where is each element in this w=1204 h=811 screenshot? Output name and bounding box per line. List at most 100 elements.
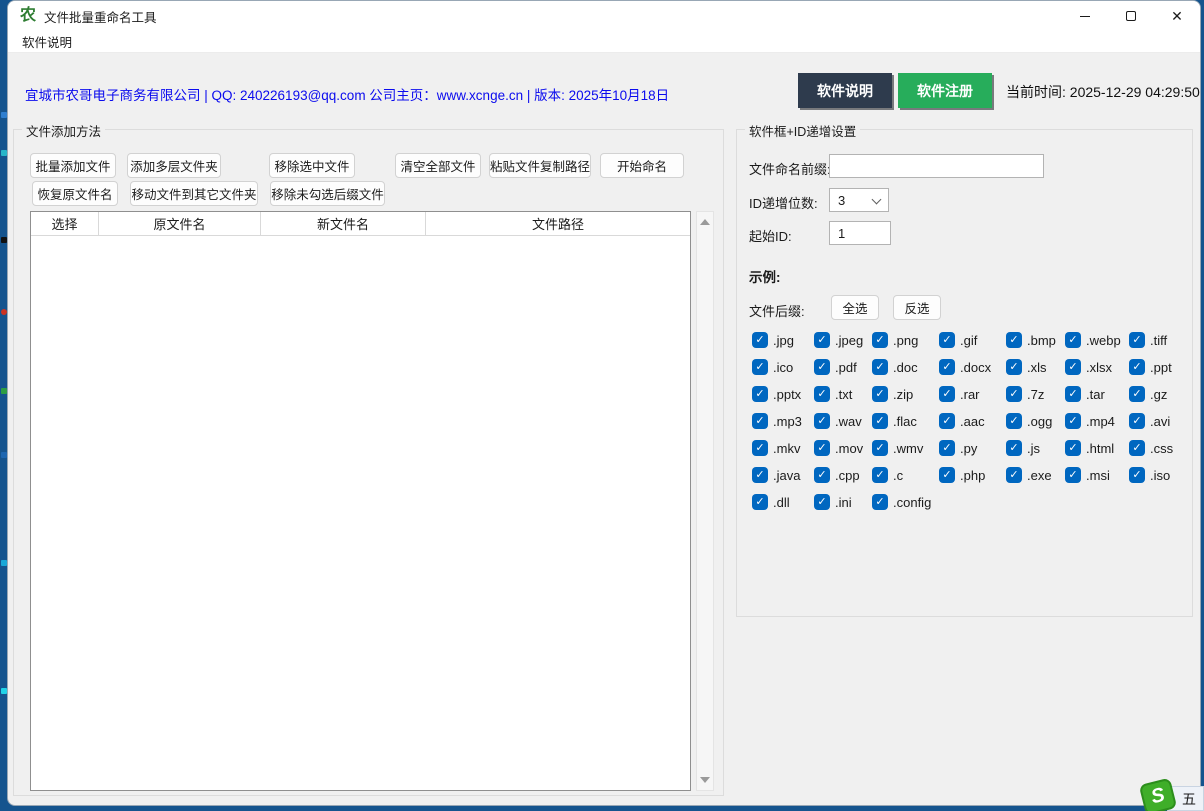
extension-checkbox-item[interactable]: .mp3: [752, 413, 814, 429]
checkbox-checked-icon[interactable]: [939, 359, 955, 375]
checkbox-checked-icon[interactable]: [1065, 359, 1081, 375]
checkbox-checked-icon[interactable]: [872, 440, 888, 456]
extension-checkbox-item[interactable]: .jpeg: [814, 332, 872, 348]
checkbox-checked-icon[interactable]: [1129, 386, 1145, 402]
extension-checkbox-item[interactable]: .php: [939, 467, 1006, 483]
checkbox-checked-icon[interactable]: [1006, 386, 1022, 402]
checkbox-checked-icon[interactable]: [814, 494, 830, 510]
extension-checkbox-item[interactable]: .aac: [939, 413, 1006, 429]
extension-checkbox-item[interactable]: .pptx: [752, 386, 814, 402]
file-action-button[interactable]: 添加多层文件夹: [127, 153, 221, 178]
file-action-button[interactable]: 移除选中文件: [269, 153, 355, 178]
extension-checkbox-item[interactable]: .wmv: [872, 440, 939, 456]
checkbox-checked-icon[interactable]: [814, 332, 830, 348]
extension-checkbox-item[interactable]: .html: [1065, 440, 1129, 456]
checkbox-checked-icon[interactable]: [939, 332, 955, 348]
extension-checkbox-item[interactable]: .js: [1006, 440, 1065, 456]
checkbox-checked-icon[interactable]: [1006, 359, 1022, 375]
extension-checkbox-item[interactable]: .ppt: [1129, 359, 1199, 375]
file-action-button[interactable]: 恢复原文件名: [32, 181, 118, 206]
extension-checkbox-item[interactable]: .pdf: [814, 359, 872, 375]
checkbox-checked-icon[interactable]: [939, 440, 955, 456]
extension-checkbox-item[interactable]: .tar: [1065, 386, 1129, 402]
checkbox-checked-icon[interactable]: [1065, 332, 1081, 348]
software-manual-button[interactable]: 软件说明: [798, 73, 892, 108]
invert-selection-button[interactable]: 反选: [893, 295, 941, 320]
checkbox-checked-icon[interactable]: [872, 494, 888, 510]
extension-checkbox-item[interactable]: .docx: [939, 359, 1006, 375]
extension-checkbox-item[interactable]: .png: [872, 332, 939, 348]
extension-checkbox-item[interactable]: .tiff: [1129, 332, 1199, 348]
checkbox-checked-icon[interactable]: [1006, 413, 1022, 429]
scroll-up-icon[interactable]: [700, 219, 710, 225]
close-button[interactable]: ✕: [1154, 1, 1200, 31]
checkbox-checked-icon[interactable]: [1065, 467, 1081, 483]
checkbox-checked-icon[interactable]: [872, 332, 888, 348]
file-list-scrollbar[interactable]: [696, 211, 714, 791]
checkbox-checked-icon[interactable]: [814, 359, 830, 375]
checkbox-checked-icon[interactable]: [1129, 413, 1145, 429]
extension-checkbox-item[interactable]: .avi: [1129, 413, 1199, 429]
extension-checkbox-item[interactable]: .zip: [872, 386, 939, 402]
extension-checkbox-item[interactable]: .mp4: [1065, 413, 1129, 429]
extension-checkbox-item[interactable]: .py: [939, 440, 1006, 456]
checkbox-checked-icon[interactable]: [1065, 440, 1081, 456]
file-action-button[interactable]: 批量添加文件: [30, 153, 116, 178]
checkbox-checked-icon[interactable]: [1129, 467, 1145, 483]
extension-checkbox-item[interactable]: .7z: [1006, 386, 1065, 402]
checkbox-checked-icon[interactable]: [814, 386, 830, 402]
extension-checkbox-item[interactable]: .ini: [814, 494, 872, 510]
checkbox-checked-icon[interactable]: [752, 440, 768, 456]
extension-checkbox-item[interactable]: .doc: [872, 359, 939, 375]
extension-checkbox-item[interactable]: .gz: [1129, 386, 1199, 402]
extension-checkbox-item[interactable]: .java: [752, 467, 814, 483]
extension-checkbox-item[interactable]: .txt: [814, 386, 872, 402]
checkbox-checked-icon[interactable]: [939, 413, 955, 429]
extension-checkbox-item[interactable]: .iso: [1129, 467, 1199, 483]
checkbox-checked-icon[interactable]: [1006, 440, 1022, 456]
extension-checkbox-item[interactable]: .flac: [872, 413, 939, 429]
file-action-button[interactable]: 清空全部文件: [395, 153, 481, 178]
checkbox-checked-icon[interactable]: [814, 467, 830, 483]
checkbox-checked-icon[interactable]: [814, 440, 830, 456]
file-action-button[interactable]: 移除未勾选后缀文件: [270, 181, 385, 206]
extension-checkbox-item[interactable]: .xls: [1006, 359, 1065, 375]
extension-checkbox-item[interactable]: .dll: [752, 494, 814, 510]
extension-checkbox-item[interactable]: .css: [1129, 440, 1199, 456]
checkbox-checked-icon[interactable]: [752, 332, 768, 348]
start-id-input[interactable]: [829, 221, 891, 245]
extension-checkbox-item[interactable]: .mkv: [752, 440, 814, 456]
software-register-button[interactable]: 软件注册: [898, 73, 992, 108]
checkbox-checked-icon[interactable]: [1129, 440, 1145, 456]
file-action-button[interactable]: 粘贴文件复制路径: [489, 153, 591, 178]
id-digits-select[interactable]: 3: [829, 188, 889, 212]
extension-checkbox-item[interactable]: .ico: [752, 359, 814, 375]
checkbox-checked-icon[interactable]: [752, 386, 768, 402]
scroll-down-icon[interactable]: [700, 777, 710, 783]
checkbox-checked-icon[interactable]: [872, 359, 888, 375]
checkbox-checked-icon[interactable]: [872, 413, 888, 429]
checkbox-checked-icon[interactable]: [752, 413, 768, 429]
maximize-button[interactable]: [1108, 1, 1154, 31]
checkbox-checked-icon[interactable]: [939, 386, 955, 402]
select-all-button[interactable]: 全选: [831, 295, 879, 320]
extension-checkbox-item[interactable]: .msi: [1065, 467, 1129, 483]
checkbox-checked-icon[interactable]: [814, 413, 830, 429]
extension-checkbox-item[interactable]: .jpg: [752, 332, 814, 348]
checkbox-checked-icon[interactable]: [1006, 467, 1022, 483]
checkbox-checked-icon[interactable]: [752, 467, 768, 483]
extension-checkbox-item[interactable]: .ogg: [1006, 413, 1065, 429]
prefix-input[interactable]: [829, 154, 1044, 178]
extension-checkbox-item[interactable]: .cpp: [814, 467, 872, 483]
menu-item-help[interactable]: 软件说明: [16, 30, 78, 53]
extension-checkbox-item[interactable]: .bmp: [1006, 332, 1065, 348]
extension-checkbox-item[interactable]: .webp: [1065, 332, 1129, 348]
checkbox-checked-icon[interactable]: [1065, 386, 1081, 402]
file-action-button[interactable]: 开始命名: [600, 153, 684, 178]
checkbox-checked-icon[interactable]: [872, 386, 888, 402]
checkbox-checked-icon[interactable]: [752, 359, 768, 375]
extension-checkbox-item[interactable]: .exe: [1006, 467, 1065, 483]
extension-checkbox-item[interactable]: .c: [872, 467, 939, 483]
checkbox-checked-icon[interactable]: [939, 467, 955, 483]
checkbox-checked-icon[interactable]: [872, 467, 888, 483]
